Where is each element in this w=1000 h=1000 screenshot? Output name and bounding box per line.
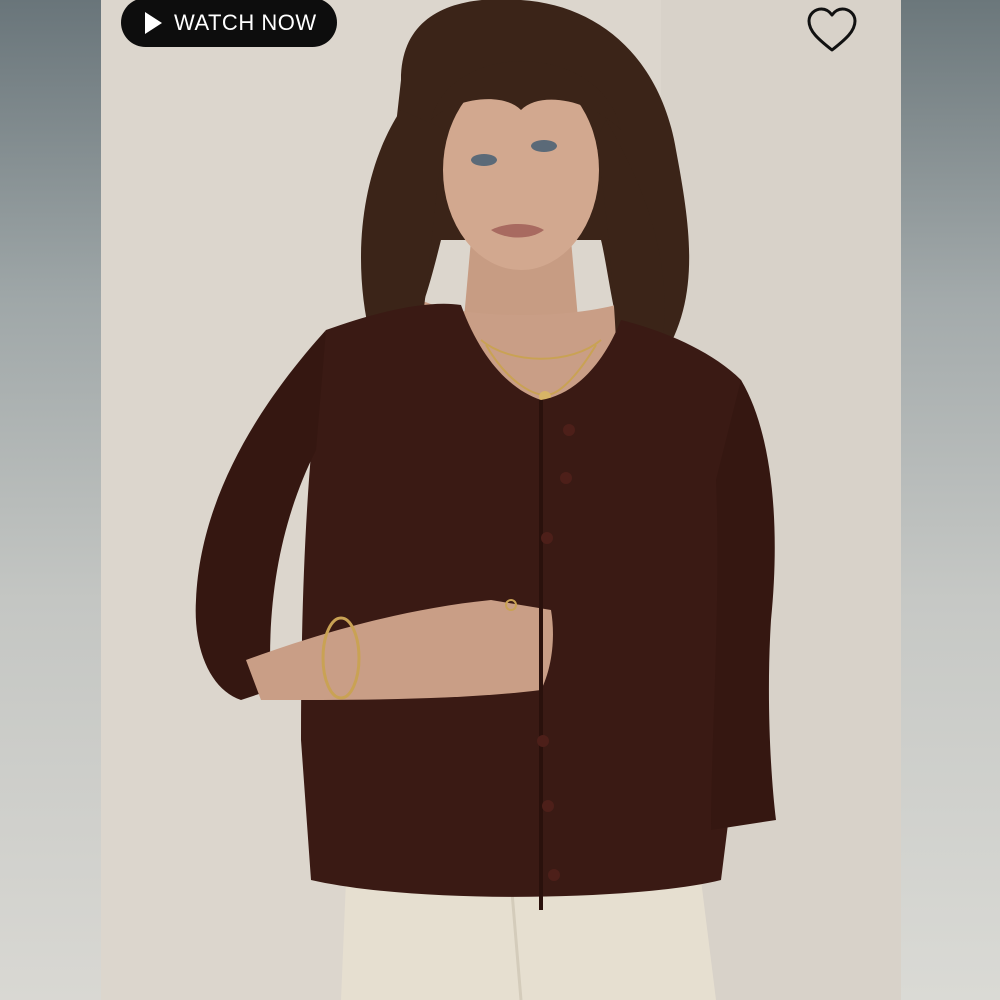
- play-icon: [145, 11, 162, 34]
- model-illustration: [101, 0, 901, 1000]
- product-media-viewer: WATCH NOW: [0, 0, 1000, 1000]
- watch-now-button[interactable]: WATCH NOW: [121, 0, 337, 47]
- blurred-backdrop-left: [0, 0, 101, 1000]
- watch-now-label: WATCH NOW: [174, 9, 317, 35]
- blurred-backdrop-right: [901, 0, 1000, 1000]
- heart-outline-icon[interactable]: [806, 6, 858, 54]
- product-photo[interactable]: [101, 0, 901, 1000]
- pants: [341, 880, 716, 1000]
